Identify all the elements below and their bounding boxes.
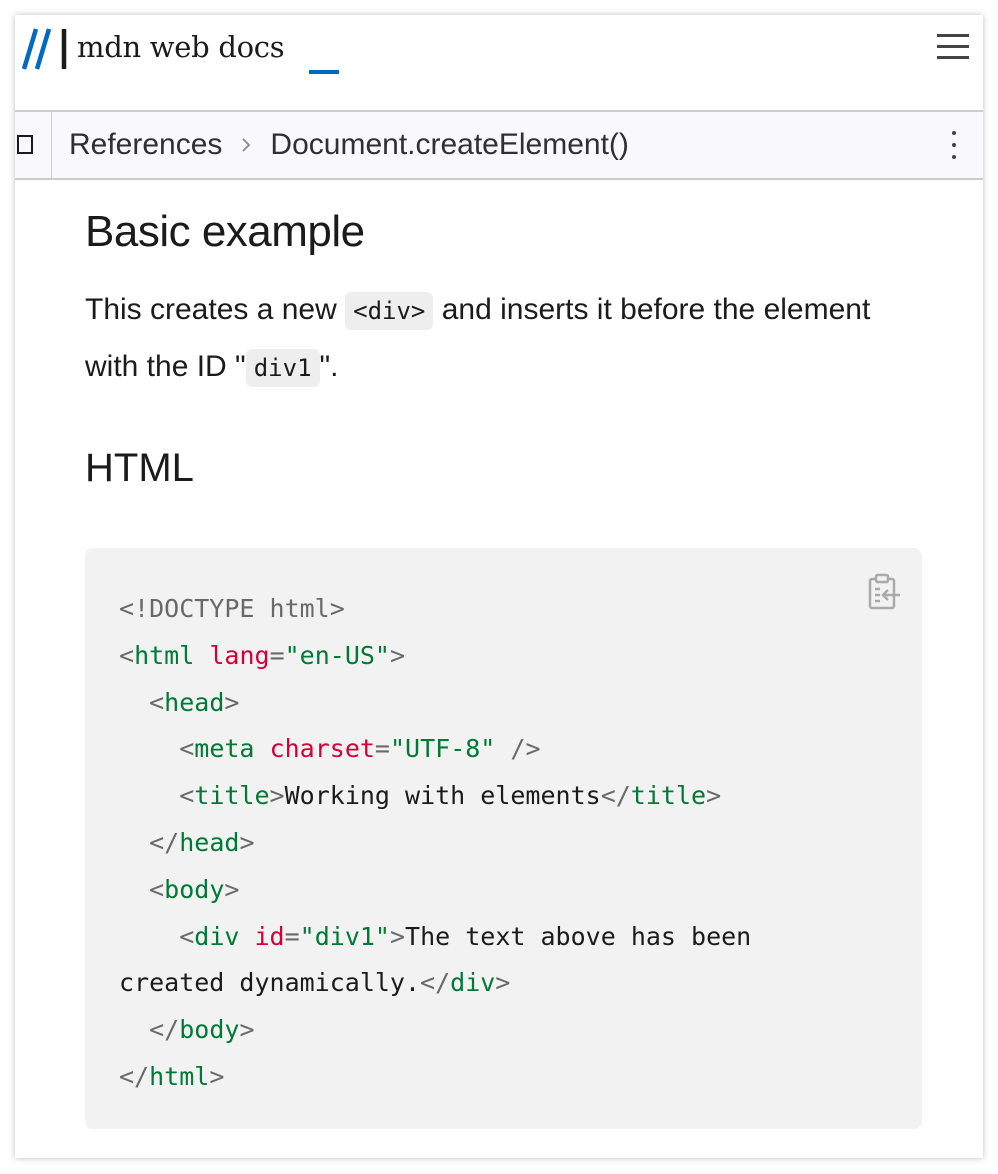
code-token: Working with elements (284, 781, 601, 811)
code-token: = (374, 734, 390, 764)
code-line: <body> (119, 875, 239, 904)
code-token: > (389, 640, 406, 670)
code-token: > (269, 781, 285, 811)
mdn-logo-icon (21, 28, 67, 70)
code-token: < (179, 921, 195, 951)
page-card: mdn web docs References Document.createE… (15, 15, 983, 1158)
site-header: mdn web docs (15, 15, 983, 112)
code-token: head (179, 827, 240, 857)
code-token: > (209, 1061, 225, 1091)
inline-code-div: <div> (345, 292, 434, 330)
inline-code-div1: div1 (245, 349, 320, 387)
code-line: <!DOCTYPE html> (119, 594, 345, 623)
desc-text-1: This creates a new (85, 293, 346, 326)
logo-cursor (309, 70, 339, 74)
code-token: "en-US" (284, 640, 390, 670)
code-line: </head> (119, 827, 255, 857)
logo-text: mdn web docs (77, 30, 285, 64)
code-line: <head> (119, 688, 239, 717)
article-content: Basic example This creates a new <div> a… (85, 178, 925, 494)
code-line: </html> (119, 1062, 224, 1091)
code-listing: <!DOCTYPE html> <html lang="en-US"> <hea… (119, 586, 751, 1101)
code-line: <meta charset="UTF-8" /> (119, 734, 541, 764)
breadcrumb-bar: References Document.createElement() (15, 112, 983, 180)
code-token: > (706, 781, 722, 811)
code-token: </ (420, 968, 451, 998)
code-line: <div id="div1">The text above has been (119, 922, 751, 951)
code-token: "div1" (299, 921, 390, 951)
code-token: div (194, 921, 240, 951)
vertical-ellipsis-icon[interactable] (943, 129, 965, 161)
code-token: id (254, 921, 285, 951)
code-token: > (495, 968, 511, 998)
hamburger-menu-icon[interactable] (935, 31, 971, 61)
code-line: </body> (119, 1015, 255, 1045)
code-token: body (179, 1015, 240, 1045)
code-token: < (179, 734, 195, 764)
breadcrumb-item-references[interactable]: References (69, 128, 222, 162)
code-token: div (450, 968, 496, 998)
code-token: > (224, 874, 240, 904)
code-token: </ (149, 827, 180, 857)
sidebar-toggle-icon[interactable] (15, 112, 52, 178)
code-token: The text above has been (405, 921, 752, 951)
code-token: title (194, 781, 270, 811)
code-token: charset (269, 734, 375, 764)
code-token: "UTF-8" (389, 734, 496, 764)
code-token: = (269, 640, 285, 670)
code-line: <title>Working with elements</title> (119, 781, 721, 810)
desc-text-3: ". (319, 350, 339, 383)
section-title: Basic example (85, 207, 365, 256)
code-token: > (239, 1015, 255, 1045)
code-token: < (119, 640, 135, 670)
code-token: </ (149, 1015, 180, 1045)
code-token: < (149, 874, 165, 904)
breadcrumb: References Document.createElement() (69, 112, 629, 178)
mdn-logo[interactable]: mdn web docs (21, 27, 285, 77)
code-token: created dynamically. (119, 968, 421, 998)
code-token: > (389, 921, 406, 951)
section-description: This creates a new <div> and inserts it … (85, 282, 925, 396)
breadcrumb-item-current[interactable]: Document.createElement() (270, 128, 628, 162)
code-token: < (179, 781, 195, 811)
code-token: html (149, 1061, 210, 1091)
code-token: = (284, 921, 300, 951)
subsection-title: HTML (85, 446, 194, 490)
code-token: </ (600, 781, 631, 811)
code-token: title (630, 781, 707, 811)
code-token: </ (119, 1061, 150, 1091)
code-token: <!DOCTYPE html> (119, 594, 345, 623)
code-token: head (164, 687, 225, 717)
code-line: created dynamically.</div> (119, 968, 510, 997)
code-token: meta (194, 734, 255, 764)
code-example-block[interactable]: <!DOCTYPE html> <html lang="en-US"> <hea… (85, 548, 922, 1129)
code-token: lang (209, 640, 270, 670)
code-line: <html lang="en-US"> (119, 641, 405, 670)
code-token: > (239, 827, 255, 857)
code-token: > (224, 687, 240, 717)
code-token: < (149, 687, 165, 717)
clipboard-copy-icon[interactable] (866, 572, 904, 612)
chevron-right-icon (242, 138, 251, 152)
code-token: body (164, 874, 225, 904)
code-token: /> (510, 734, 541, 764)
code-token: html (134, 640, 195, 670)
